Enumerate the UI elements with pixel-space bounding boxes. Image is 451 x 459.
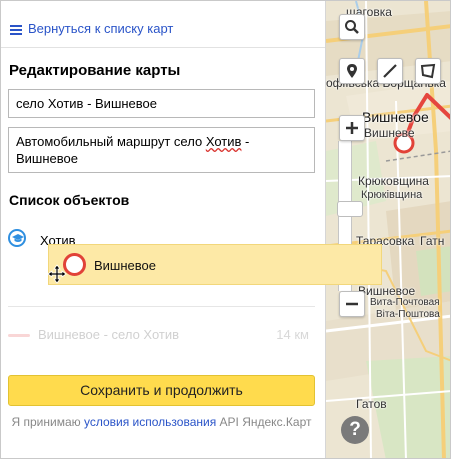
move-cursor-icon: [47, 264, 67, 284]
map-label-kryukovshchina-ru: Крюковщина: [358, 174, 429, 188]
map-label-gatn: Гатн: [420, 234, 445, 248]
help-icon[interactable]: ?: [341, 416, 369, 444]
zoom-in-icon: [346, 122, 358, 134]
objects-list-title: Список объектов: [9, 192, 130, 208]
zoom-out-button[interactable]: [339, 291, 365, 317]
draw-polygon-button[interactable]: [415, 58, 441, 84]
save-and-continue-button[interactable]: Сохранить и продолжить: [8, 375, 315, 406]
route-distance: 14 км: [276, 327, 309, 342]
description-text-prefix: Автомобильный маршрут село: [16, 134, 206, 149]
dragged-list-item[interactable]: Вишневое: [48, 244, 382, 285]
panel-title: Редактирование карты: [9, 62, 181, 79]
map-label-vita-postovaya: Вита-Почтовая: [370, 297, 440, 308]
description-misspelled-word: Хотив: [205, 134, 242, 149]
draw-line-button[interactable]: [377, 58, 403, 84]
add-placemark-button[interactable]: [339, 58, 365, 84]
map-label-vishnevoe: Вишневое: [362, 109, 429, 125]
map-search-button[interactable]: [339, 14, 365, 40]
terms-prefix: Я принимаю: [11, 415, 84, 429]
back-bar[interactable]: Вернуться к списку карт: [1, 1, 325, 48]
search-icon: [345, 20, 359, 34]
zoom-in-button[interactable]: [339, 115, 365, 141]
map-label-vishnevoe-bottom: Вишневое: [358, 284, 416, 298]
route-line-icon: [8, 334, 30, 337]
menu-icon[interactable]: [10, 25, 22, 35]
app-frame: Вернуться к списку карт Редактирование к…: [0, 0, 451, 459]
terms-suffix: API Яндекс.Карт: [216, 415, 312, 429]
map-label-vita-poshtova: Віта-Поштова: [376, 309, 440, 320]
map-label-kryukovshchina-ua: Крюківщина: [361, 189, 423, 201]
map-label-bottom: Гатов: [356, 397, 387, 411]
map-name-input[interactable]: село Хотив - Вишневое: [8, 89, 315, 118]
back-to-maps-link[interactable]: Вернуться к списку карт: [28, 21, 173, 36]
placemark-icon: [347, 64, 357, 78]
edit-panel: Вернуться к списку карт Редактирование к…: [1, 1, 326, 458]
terms-text: Я принимаю условия использования API Янд…: [8, 414, 315, 430]
map-label-vishneve: Вишневе: [364, 126, 415, 140]
zoom-out-icon: [346, 302, 358, 306]
line-icon: [383, 64, 397, 78]
route-label: Вишневое - село Хотив: [38, 327, 180, 342]
map-description-textarea[interactable]: Автомобильный маршрут село Хотив - Вишне…: [8, 127, 315, 173]
dragged-item-label: Вишневое: [94, 258, 156, 273]
route-item[interactable]: Вишневое - село Хотив 14 км: [8, 327, 315, 343]
zoom-slider-handle[interactable]: [337, 201, 363, 217]
terms-link[interactable]: условия использования: [84, 415, 216, 429]
divider: [8, 306, 315, 307]
graduation-cap-icon: [8, 229, 26, 247]
polygon-icon: [420, 63, 436, 79]
